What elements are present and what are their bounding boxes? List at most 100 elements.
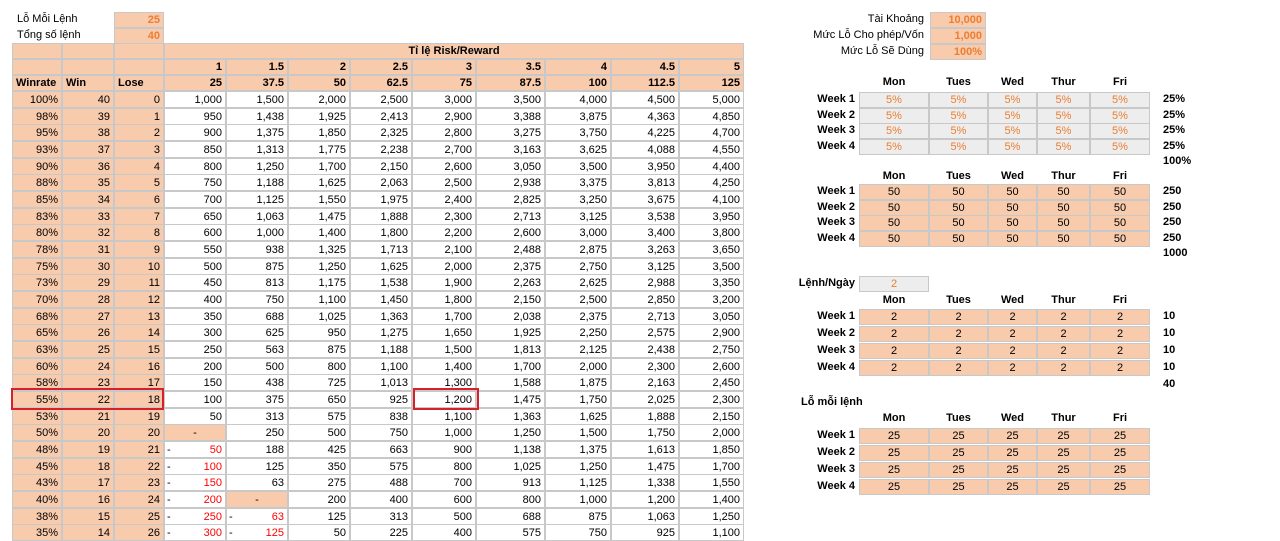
orders-per-day-input[interactable]: 2	[859, 276, 929, 292]
rr-value-cell: 1,713	[350, 241, 412, 258]
money_block-cell[interactable]: 50	[859, 199, 929, 216]
loss_block-cell[interactable]: 25	[929, 445, 988, 461]
money_block-cell[interactable]: 50	[1090, 184, 1150, 200]
loss_block-cell[interactable]: 25	[859, 445, 929, 461]
orders_block-cell[interactable]: 2	[1037, 309, 1090, 325]
orders_block-cell[interactable]: 2	[929, 343, 988, 359]
orders_block-cell[interactable]: 2	[988, 309, 1037, 325]
pct_block-cell[interactable]: 5%	[988, 107, 1037, 124]
loss_block-cell[interactable]: 25	[988, 462, 1037, 478]
rr-value-cell: 425	[288, 441, 350, 458]
loss_block-cell[interactable]: 25	[1090, 445, 1150, 461]
orders_block-cell[interactable]: 2	[859, 309, 929, 325]
orders_block-cell[interactable]: 2	[859, 343, 929, 359]
rr-value-cell: 1,875	[545, 374, 611, 391]
loss-used-input[interactable]: 100%	[930, 44, 986, 60]
orders_block-cell[interactable]: 2	[988, 343, 1037, 359]
loss-cap-input[interactable]: 1,000	[930, 28, 986, 44]
orders_block-cell[interactable]: 2	[929, 326, 988, 342]
rr-value-cell: 2,375	[476, 258, 545, 275]
pct_block-cell[interactable]: 5%	[988, 92, 1037, 108]
money_block-cell[interactable]: 50	[1090, 215, 1150, 231]
money_block-cell[interactable]: 50	[988, 199, 1037, 216]
money_block-cell[interactable]: 50	[1037, 230, 1090, 247]
money_block-cell[interactable]: 50	[1090, 230, 1150, 247]
loss_block-cell[interactable]: 25	[929, 479, 988, 495]
pct_block-cell[interactable]: 5%	[1090, 123, 1150, 139]
money_block-cell[interactable]: 50	[859, 215, 929, 231]
pct_block-cell[interactable]: 5%	[988, 138, 1037, 155]
pct_block-cell[interactable]: 5%	[1090, 92, 1150, 108]
pct_block-cell[interactable]: 5%	[1037, 138, 1090, 155]
pct_block-cell[interactable]: 5%	[1090, 107, 1150, 124]
pct_block-cell[interactable]: 5%	[929, 123, 988, 139]
week-label: Week 1	[817, 185, 855, 197]
total-orders-input[interactable]: 40	[114, 28, 164, 44]
loss_block-cell[interactable]: 25	[988, 445, 1037, 461]
orders-per-day-label: Lệnh/Ngày	[798, 277, 855, 289]
orders_block-cell[interactable]: 2	[859, 326, 929, 342]
orders_block-cell[interactable]: 2	[1037, 343, 1090, 359]
loss_block-cell[interactable]: 25	[1037, 445, 1090, 461]
rr-value-cell: 4,850	[679, 108, 744, 125]
loss_block-cell[interactable]: 25	[1090, 428, 1150, 444]
money_block-cell[interactable]: 50	[859, 184, 929, 200]
rr-value: 3,950	[647, 161, 675, 173]
pct_block-cell[interactable]: 5%	[859, 107, 929, 124]
money_block-cell[interactable]: 50	[929, 215, 988, 231]
money_block-cell[interactable]: 50	[1037, 184, 1090, 200]
orders_block-cell[interactable]: 2	[1037, 360, 1090, 376]
loss_block-cell[interactable]: 25	[859, 428, 929, 444]
orders_block-cell[interactable]: 2	[929, 309, 988, 325]
pct_block-cell[interactable]: 5%	[1090, 138, 1150, 155]
loss_block-cell[interactable]: 25	[1037, 479, 1090, 495]
pct_block-cell[interactable]: 5%	[929, 138, 988, 155]
loss-per-order-input[interactable]: 25	[114, 12, 164, 28]
money_block-cell[interactable]: 50	[988, 215, 1037, 231]
money_block-cell[interactable]: 50	[929, 184, 988, 200]
money_block-cell[interactable]: 50	[1037, 215, 1090, 231]
pct_block-cell[interactable]: 5%	[929, 92, 988, 108]
orders_block-cell[interactable]: 2	[859, 360, 929, 376]
rr-value: 2,600	[712, 361, 740, 373]
loss_block-cell[interactable]: 25	[859, 479, 929, 495]
pct_block-cell[interactable]: 5%	[988, 123, 1037, 139]
money_block-cell[interactable]: 50	[859, 230, 929, 247]
loss_block-cell[interactable]: 25	[929, 462, 988, 478]
pct_block-cell[interactable]: 5%	[859, 92, 929, 108]
orders_block-cell[interactable]: 2	[1090, 326, 1150, 342]
loss_block-cell[interactable]: 25	[1090, 462, 1150, 478]
balance-input[interactable]: 10,000	[930, 12, 986, 28]
loss_block-cell[interactable]: 25	[1037, 462, 1090, 478]
week-label: Week 4	[817, 480, 855, 492]
money_block-cell[interactable]: 50	[1037, 199, 1090, 216]
money_block-cell[interactable]: 50	[929, 230, 988, 247]
pct_block-cell[interactable]: 5%	[1037, 107, 1090, 124]
orders_block-cell[interactable]: 2	[988, 326, 1037, 342]
pct_block-cell[interactable]: 5%	[859, 138, 929, 155]
orders_block-cell[interactable]: 2	[1090, 309, 1150, 325]
pct_block-cell[interactable]: 5%	[1037, 123, 1090, 139]
loss_block-cell[interactable]: 25	[1037, 428, 1090, 444]
rr-value-cell: 200	[164, 358, 226, 375]
money_block-cell[interactable]: 50	[929, 199, 988, 216]
loss_block-cell[interactable]: 25	[859, 462, 929, 478]
money_block-cell[interactable]: 50	[988, 230, 1037, 247]
pct_block-cell[interactable]: 5%	[859, 123, 929, 139]
orders_block-cell[interactable]: 2	[1090, 360, 1150, 376]
orders_block-cell[interactable]: 2	[1037, 326, 1090, 342]
loss_block-cell[interactable]: 25	[988, 479, 1037, 495]
loss_block-cell[interactable]: 25	[988, 428, 1037, 444]
lose-cell: 10	[114, 258, 164, 275]
loss_block-cell[interactable]: 25	[1090, 479, 1150, 495]
orders_block-cell[interactable]: 2	[1090, 343, 1150, 359]
pct_block-cell[interactable]: 5%	[1037, 92, 1090, 108]
pct_block-cell[interactable]: 5%	[929, 107, 988, 124]
orders_block-cell[interactable]: 2	[988, 360, 1037, 376]
money_block-cell[interactable]: 50	[988, 184, 1037, 200]
money_block-cell[interactable]: 50	[1090, 199, 1150, 216]
orders_block-cell[interactable]: 2	[929, 360, 988, 376]
rr-value: 1,750	[647, 427, 675, 439]
rr-value: 1,025	[513, 461, 541, 473]
loss_block-cell[interactable]: 25	[929, 428, 988, 444]
